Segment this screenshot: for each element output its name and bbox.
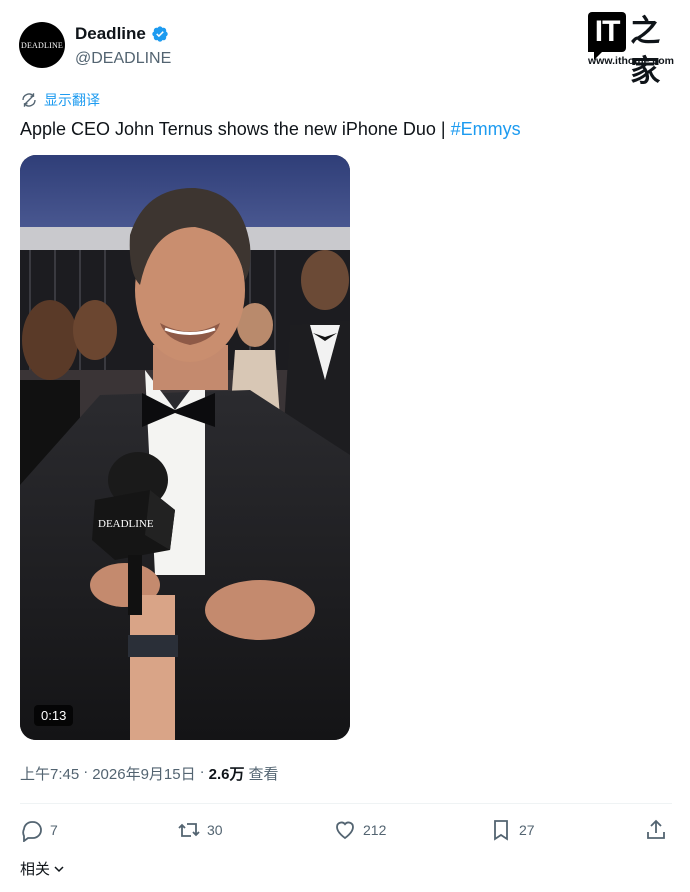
bookmark-icon xyxy=(494,820,508,841)
like-count: 212 xyxy=(363,822,387,838)
show-translation-button[interactable]: 显示翻译 xyxy=(20,90,100,110)
reply-count: 7 xyxy=(50,822,58,838)
meta-separator: · xyxy=(83,763,89,780)
tweet-meta: 上午7:45 · 2026年9月15日 · 2.6万 查看 xyxy=(20,763,278,784)
share-icon xyxy=(647,819,665,839)
actions-divider xyxy=(20,803,672,804)
ithome-logo: IT 之家 xyxy=(588,12,680,92)
like-button[interactable]: 212 xyxy=(333,818,386,842)
tweet-text: Apple CEO John Ternus shows the new iPho… xyxy=(20,117,521,141)
related-label: 相关 xyxy=(20,861,51,878)
heart-icon xyxy=(336,821,354,840)
bookmark-button[interactable]: 27 xyxy=(489,818,535,842)
display-name[interactable]: Deadline xyxy=(75,24,146,44)
tweet-date[interactable]: 2026年9月15日 xyxy=(92,763,195,784)
related-toggle[interactable]: 相关 xyxy=(20,858,65,879)
action-bar: 7 30 212 27 xyxy=(20,818,672,848)
avatar-text: DEADLINE xyxy=(20,40,64,50)
reply-icon xyxy=(22,821,42,842)
video-player[interactable]: DEADLINE 0:13 xyxy=(20,155,350,740)
views-label: 查看 xyxy=(248,766,279,783)
reply-button[interactable]: 7 xyxy=(20,818,58,842)
tweet-time[interactable]: 上午7:45 xyxy=(20,763,79,784)
bookmark-count: 27 xyxy=(519,822,535,838)
repost-count: 30 xyxy=(207,822,223,838)
repost-button[interactable]: 30 xyxy=(177,818,223,842)
ithome-logo-cjk: 之家 xyxy=(630,14,661,89)
ithome-logo-it: IT xyxy=(588,12,627,60)
tweet-body: Apple CEO John Ternus shows the new iPho… xyxy=(20,119,451,139)
translate-icon xyxy=(22,93,36,107)
avatar[interactable]: DEADLINE xyxy=(19,22,65,68)
ithome-url: www.ithome.com xyxy=(588,55,674,67)
hashtag-link[interactable]: #Emmys xyxy=(451,119,521,139)
repost-icon xyxy=(178,823,200,837)
show-translation-label: 显示翻译 xyxy=(44,92,100,108)
views-count: 2.6万 xyxy=(208,766,245,783)
verified-badge-icon xyxy=(152,26,168,42)
mic-flag-text: DEADLINE xyxy=(98,518,154,530)
meta-separator-2: · xyxy=(199,763,205,780)
video-duration: 0:13 xyxy=(34,705,74,726)
share-button[interactable] xyxy=(644,818,668,842)
video-frame: DEADLINE xyxy=(20,155,350,740)
ithome-watermark: IT 之家 www.ithome.com xyxy=(588,12,680,89)
chevron-down-icon xyxy=(54,865,64,872)
author-handle[interactable]: @DEADLINE xyxy=(75,50,171,68)
author-name-row[interactable]: Deadline xyxy=(75,24,169,44)
